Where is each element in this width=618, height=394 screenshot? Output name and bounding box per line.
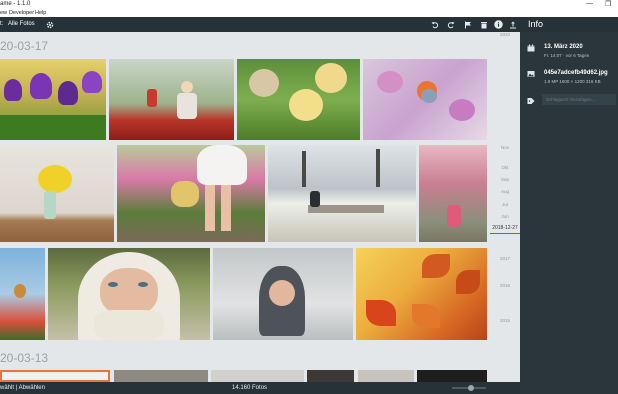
scrubber-year: 2015: [499, 318, 510, 323]
photo-tile[interactable]: [109, 59, 234, 140]
info-date-sub: Fr. 14:07 · vor 6 Tagen: [544, 53, 590, 58]
menu-view[interactable]: ew: [0, 10, 7, 16]
rotate-left-icon[interactable]: [429, 19, 440, 30]
tag-input[interactable]: [542, 94, 616, 105]
title-bar: ame - 1.1.0 — ❐: [0, 0, 618, 9]
info-date: 13. März 2020: [544, 44, 583, 50]
calendar-icon: [527, 44, 536, 53]
filter-dropdown[interactable]: Alle Fotos: [8, 21, 35, 27]
scrubber-year: 2016: [499, 283, 510, 288]
selection-status[interactable]: wählt | Abwählen: [0, 385, 45, 391]
share-icon[interactable]: [507, 19, 518, 30]
info-file-name: 045e7adcefb49d62.jpg: [544, 70, 608, 76]
menu-bar: ew Developer Help: [0, 9, 618, 17]
scrubber-label: Aug: [500, 189, 509, 194]
toolbar: t: Alle Fotos: [0, 17, 520, 32]
scrubber-label: Jul: [502, 202, 508, 207]
photo-tile[interactable]: [0, 59, 106, 140]
photo-tile-selected[interactable]: [0, 370, 110, 382]
photo-tile[interactable]: [417, 370, 487, 382]
menu-help[interactable]: Help: [35, 10, 46, 16]
section-date-2: 20-03-13: [0, 351, 49, 365]
photo-tile[interactable]: [0, 145, 114, 242]
window-title: ame - 1.1.0: [0, 1, 31, 7]
photo-count: 14.160 Fotos: [232, 385, 268, 391]
info-title: Info: [520, 17, 618, 32]
status-bar: wählt | Abwählen 14.160 Fotos: [0, 382, 520, 394]
photo-tile[interactable]: [48, 248, 210, 340]
minimize-button[interactable]: —: [586, 0, 593, 7]
section-date-1: 20-03-17: [0, 39, 49, 53]
photo-tile[interactable]: [114, 370, 208, 382]
photo-tile[interactable]: [307, 370, 354, 382]
scrubber-current-date: 2018-12-27: [492, 225, 518, 231]
photo-tile[interactable]: [358, 370, 414, 382]
photo-tile[interactable]: [419, 145, 487, 242]
image-icon: [527, 70, 536, 79]
photo-tile[interactable]: [363, 59, 487, 140]
restore-button[interactable]: ❐: [605, 0, 611, 8]
photo-tile[interactable]: [213, 248, 353, 340]
scrubber-label: 2020: [499, 32, 510, 37]
photo-tile[interactable]: [211, 370, 304, 382]
photo-gallery: 20-03-17 20-03-13: [0, 32, 490, 382]
info-file-meta: 1.9 MP 1600 × 1200 316 KB: [544, 79, 601, 84]
scrubber-label: Sep: [500, 177, 509, 182]
scrubber-year: 2017: [499, 256, 510, 261]
scrubber-label: Nov: [500, 145, 509, 150]
photo-tile[interactable]: [268, 145, 416, 242]
photo-tile[interactable]: [117, 145, 265, 242]
photo-tile[interactable]: [237, 59, 360, 140]
timeline-scrubber[interactable]: 2020 Nov Okt Sep Aug Jul Jun 2018-12-27 …: [490, 32, 520, 382]
photo-tile[interactable]: [356, 248, 487, 340]
scrubber-marker[interactable]: [490, 233, 520, 234]
scrubber-label: Jun: [501, 214, 509, 219]
flag-icon[interactable]: [462, 19, 473, 30]
photo-tile[interactable]: [0, 248, 45, 340]
info-icon[interactable]: [493, 19, 504, 30]
rotate-right-icon[interactable]: [445, 19, 456, 30]
info-panel: Info 13. März 2020 Fr. 14:07 · vor 6 Tag…: [520, 17, 618, 394]
zoom-slider-handle[interactable]: [468, 385, 474, 391]
trash-icon[interactable]: [478, 19, 489, 30]
menu-developer[interactable]: Developer: [9, 10, 34, 16]
filter-prefix: t:: [0, 21, 4, 27]
tag-icon: [527, 97, 536, 106]
scrubber-label: Okt: [501, 165, 509, 170]
gear-icon[interactable]: [44, 19, 55, 30]
